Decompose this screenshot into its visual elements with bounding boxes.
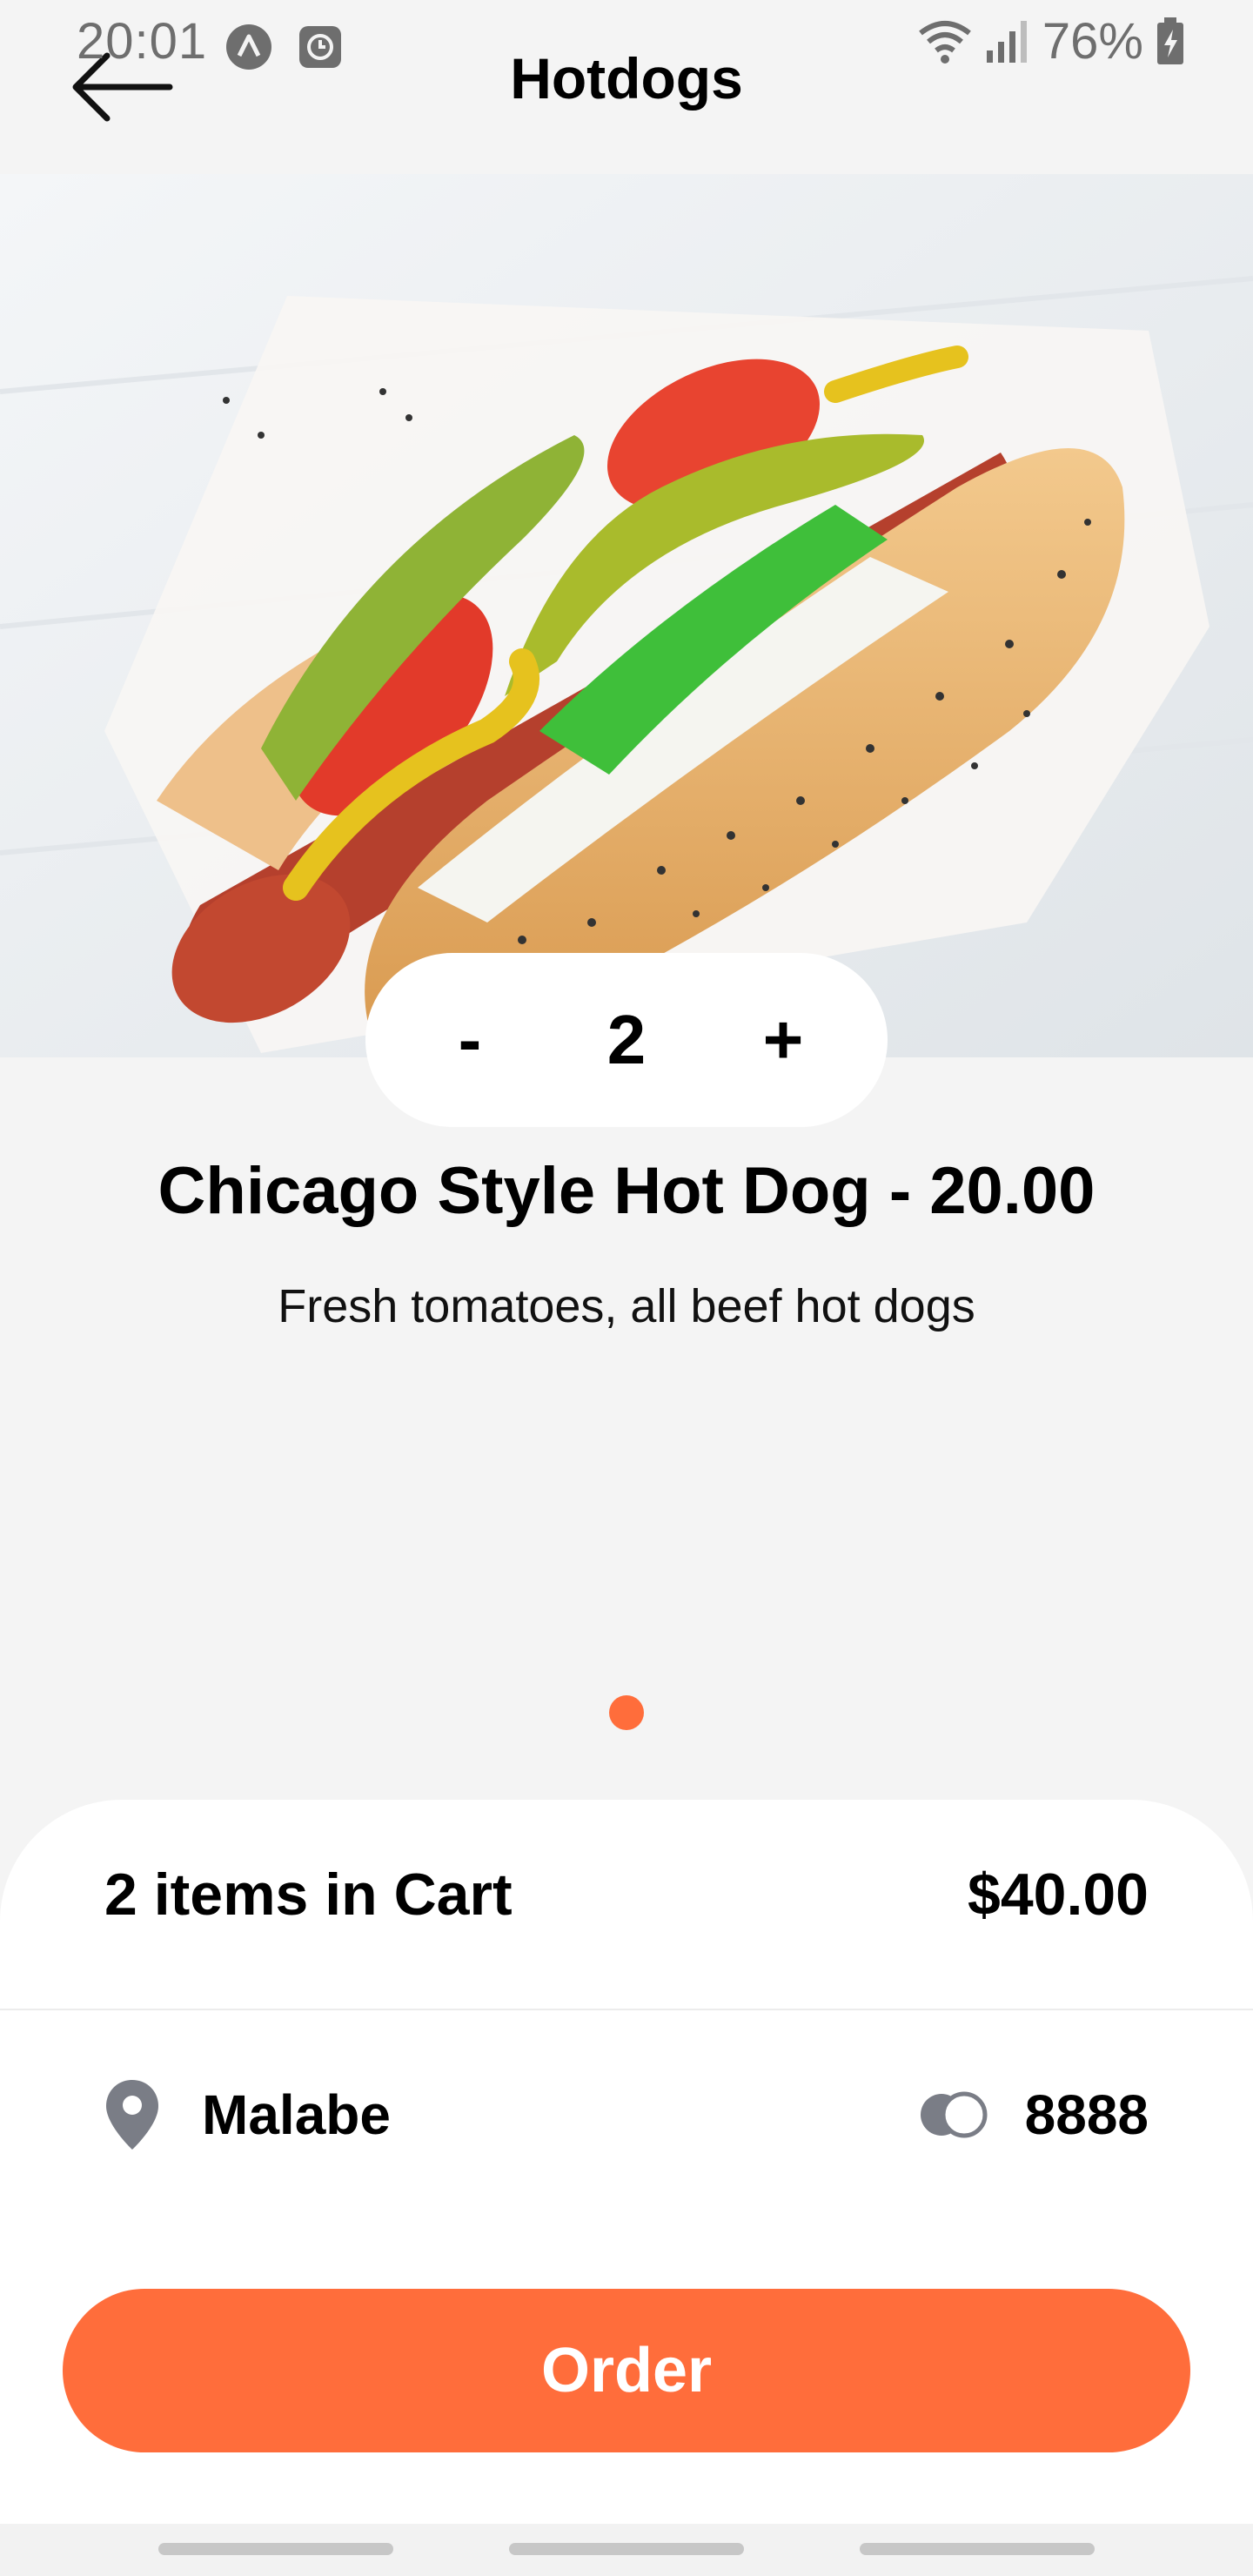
quantity-value: 2 <box>606 1001 647 1078</box>
cart-item-count: 2 items in Cart <box>104 1862 513 1928</box>
order-button[interactable]: Order <box>63 2289 1190 2452</box>
info-row: Malabe 8888 <box>104 2078 1149 2151</box>
points: 8888 <box>917 2083 1149 2147</box>
page-indicator-dot <box>609 1695 644 1730</box>
decrement-button[interactable]: - <box>418 988 522 1092</box>
cart-total: $40.00 <box>968 1862 1149 1928</box>
points-value: 8888 <box>1024 2083 1149 2146</box>
cart-summary: 2 items in Cart $40.00 Malabe 8888 <box>0 1800 1253 2576</box>
signal-icon <box>986 20 1027 63</box>
location[interactable]: Malabe <box>104 2078 391 2151</box>
coins-icon <box>920 2091 988 2138</box>
screen: Hotdogs 20:01 76% - 2 + Chicago Style Ho… <box>0 0 1253 2576</box>
wifi-icon <box>919 20 971 64</box>
divider <box>0 2009 1253 2010</box>
hot-dog-photo <box>0 174 1253 1057</box>
increment-button[interactable]: + <box>731 988 835 1092</box>
nav-handle-left <box>158 2543 393 2555</box>
location-text: Malabe <box>202 2083 391 2146</box>
product-name: Chicago Style Hot Dog - 20.00 <box>157 1154 1096 1228</box>
product-description: Fresh tomatoes, all beef hot dogs <box>278 1280 975 1332</box>
cart-row: 2 items in Cart $40.00 <box>104 1861 1149 1929</box>
battery-text: 76% <box>1042 13 1143 70</box>
nav-handle-center <box>509 2543 744 2555</box>
status-time: 20:01 <box>77 13 208 70</box>
status-bar: 20:01 76% <box>0 0 1253 78</box>
clock-app-icon <box>299 26 341 68</box>
status-right: 76% <box>917 12 1185 70</box>
product-image <box>0 174 1253 1057</box>
navigation-app-icon <box>226 24 271 70</box>
nav-handle-right <box>860 2543 1095 2555</box>
map-pin-icon <box>106 2080 158 2150</box>
quantity-stepper: - 2 + <box>365 953 888 1127</box>
battery-charging-icon <box>1157 17 1183 64</box>
